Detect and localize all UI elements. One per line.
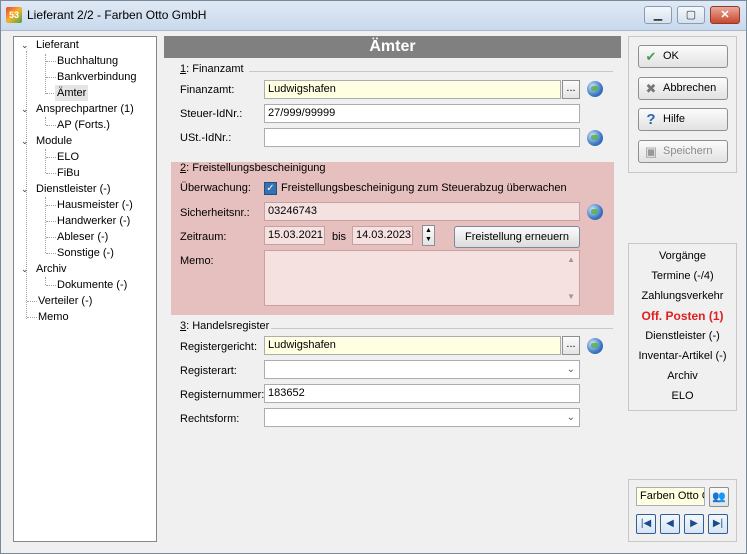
registergericht-label: Registergericht: xyxy=(180,341,258,353)
memo-label: Memo: xyxy=(180,255,214,267)
ust-idnr-field[interactable] xyxy=(264,128,580,147)
help-icon: ? xyxy=(646,111,656,128)
tree-item-ansprechpartner[interactable]: Ansprechpartner (1) xyxy=(36,101,134,117)
tree-item-aemter[interactable]: Ämter xyxy=(55,85,89,101)
prev-record-button[interactable]: ◀ xyxy=(660,514,680,534)
side-nav-box xyxy=(628,243,737,411)
zeitraum-label: Zeitraum: xyxy=(180,231,227,243)
tree-item-archiv[interactable]: Archiv xyxy=(36,261,67,277)
registernummer-label: Registernummer: xyxy=(180,389,265,401)
cancel-icon: ✖ xyxy=(645,81,657,96)
tree-item-buchhaltung[interactable]: Buchhaltung xyxy=(57,53,118,69)
nav-archiv[interactable]: Archiv xyxy=(629,370,736,382)
registerart-select[interactable]: ⌄ xyxy=(264,360,580,379)
lookup-button[interactable]: ... xyxy=(562,336,580,355)
first-record-button[interactable]: |◀ xyxy=(636,514,656,534)
tree-item-ableser[interactable]: Ableser (-) xyxy=(57,229,108,245)
tree-item-fibu[interactable]: FiBu xyxy=(57,165,80,181)
save-icon: ▣ xyxy=(644,144,658,159)
window-title: Lieferant 2/2 - Farben Otto GmbH xyxy=(27,8,207,22)
tree-item-dienstleister[interactable]: Dienstleister (-) xyxy=(36,181,111,197)
next-record-button[interactable]: ▶ xyxy=(684,514,704,534)
ueberwachung-checkbox-label[interactable]: Freistellungsbescheinigung zum Steuerabz… xyxy=(281,182,567,194)
group-title-handelsregister: 3: Handelsregister xyxy=(180,320,270,332)
chevron-down-icon: ⌄ xyxy=(566,364,575,375)
chevron-down-icon: ⌄ xyxy=(566,412,575,423)
nav-dienstleister[interactable]: Dienstleister (-) xyxy=(629,330,736,342)
hilfe-button[interactable]: ? Hilfe xyxy=(638,108,728,131)
group-title-freistellung: 2: Freistellungsbescheinigung xyxy=(180,162,326,174)
nav-off-posten[interactable]: Off. Posten (1) xyxy=(629,309,736,323)
last-record-button[interactable]: ▶| xyxy=(708,514,728,534)
maximize-button[interactable]: ▢ xyxy=(677,6,705,24)
globe-icon[interactable] xyxy=(587,338,603,354)
tree-item-ap-forts[interactable]: AP (Forts.) xyxy=(57,117,110,133)
group-title-finanzamt: 1: Finanzamt xyxy=(180,63,244,75)
tree-item-hausmeister[interactable]: Hausmeister (-) xyxy=(57,197,133,213)
registergericht-field[interactable]: Ludwigshafen xyxy=(264,336,561,355)
minimize-button[interactable]: ▁ xyxy=(644,6,672,24)
checkmark-icon: ✔ xyxy=(645,49,657,64)
globe-icon[interactable] xyxy=(587,81,603,97)
freistellung-erneuern-button[interactable]: Freistellung erneuern xyxy=(454,226,580,248)
app-icon: 53 xyxy=(6,7,22,23)
zeitraum-bis-field[interactable]: 14.03.2023 xyxy=(352,226,413,245)
nav-zahlungsverkehr[interactable]: Zahlungsverkehr xyxy=(629,290,736,302)
globe-icon[interactable] xyxy=(587,204,603,220)
collapse-icon[interactable]: ⌄ xyxy=(21,185,30,194)
page-title: Ämter xyxy=(164,36,621,58)
tree-item-elo[interactable]: ELO xyxy=(57,149,79,165)
navigation-tree: ⌄ Lieferant Buchhaltung Bankverbindung Ä… xyxy=(13,36,157,542)
steuer-idnr-field[interactable]: 27/999/99999 xyxy=(264,104,580,123)
nav-vorgaenge[interactable]: Vorgänge xyxy=(629,250,736,262)
finanzamt-label: Finanzamt: xyxy=(180,84,235,96)
finanzamt-field[interactable]: Ludwigshafen xyxy=(264,80,561,99)
collapse-icon[interactable]: ⌄ xyxy=(21,41,30,50)
tree-item-bankverbindung[interactable]: Bankverbindung xyxy=(57,69,137,85)
ok-button[interactable]: ✔ OK xyxy=(638,45,728,68)
rechtsform-label: Rechtsform: xyxy=(180,413,240,425)
memo-field[interactable]: ▲ ▼ xyxy=(264,250,580,306)
globe-icon[interactable] xyxy=(587,130,603,146)
nav-inventar-artikel[interactable]: Inventar-Artikel (-) xyxy=(629,350,736,362)
scroll-up-icon[interactable]: ▲ xyxy=(567,255,575,264)
tree-item-verteiler[interactable]: Verteiler (-) xyxy=(38,293,92,309)
steuer-idnr-label: Steuer-IdNr.: xyxy=(180,108,243,120)
scroll-down-icon[interactable]: ▼ xyxy=(567,292,575,301)
zeitraum-von-field[interactable]: 15.03.2021 xyxy=(264,226,325,245)
lookup-button[interactable]: ... xyxy=(562,80,580,99)
bis-label: bis xyxy=(332,231,347,243)
registernummer-field[interactable]: 183652 xyxy=(264,384,580,403)
collapse-icon[interactable]: ⌄ xyxy=(21,105,30,114)
sicherheitsnr-label: Sicherheitsnr.: xyxy=(180,207,250,219)
tree-item-dokumente[interactable]: Dokumente (-) xyxy=(57,277,127,293)
collapse-icon[interactable]: ⌄ xyxy=(21,265,30,274)
ueberwachung-checkbox[interactable]: ✓ xyxy=(264,182,277,195)
date-spinner[interactable]: ▲ ▼ xyxy=(422,225,435,246)
tree-item-memo[interactable]: Memo xyxy=(38,309,69,325)
nav-elo[interactable]: ELO xyxy=(629,390,736,402)
main-window: 53 Lieferant 2/2 - Farben Otto GmbH ▁ ▢ … xyxy=(0,0,747,554)
tree-item-handwerker[interactable]: Handwerker (-) xyxy=(57,213,130,229)
tree-item-lieferant[interactable]: Lieferant xyxy=(36,37,79,53)
tree-item-module[interactable]: Module xyxy=(36,133,72,149)
close-button[interactable]: ✕ xyxy=(710,6,740,24)
speichern-button[interactable]: ▣ Speichern xyxy=(638,140,728,163)
nav-termine[interactable]: Termine (-/4) xyxy=(629,270,736,282)
abbrechen-button[interactable]: ✖ Abbrechen xyxy=(638,77,728,100)
contacts-icon[interactable]: 👥 xyxy=(709,487,729,507)
registerart-label: Registerart: xyxy=(180,365,237,377)
current-record-field: Farben Otto GmbH xyxy=(636,487,705,506)
rechtsform-select[interactable]: ⌄ xyxy=(264,408,580,427)
ueberwachung-label: Überwachung: xyxy=(180,182,251,194)
title-bar: 53 Lieferant 2/2 - Farben Otto GmbH ▁ ▢ … xyxy=(1,1,746,31)
tree-item-sonstige[interactable]: Sonstige (-) xyxy=(57,245,114,261)
ust-idnr-label: USt.-IdNr.: xyxy=(180,132,232,144)
sicherheitsnr-field[interactable]: 03246743 xyxy=(264,202,580,221)
collapse-icon[interactable]: ⌄ xyxy=(21,137,30,146)
